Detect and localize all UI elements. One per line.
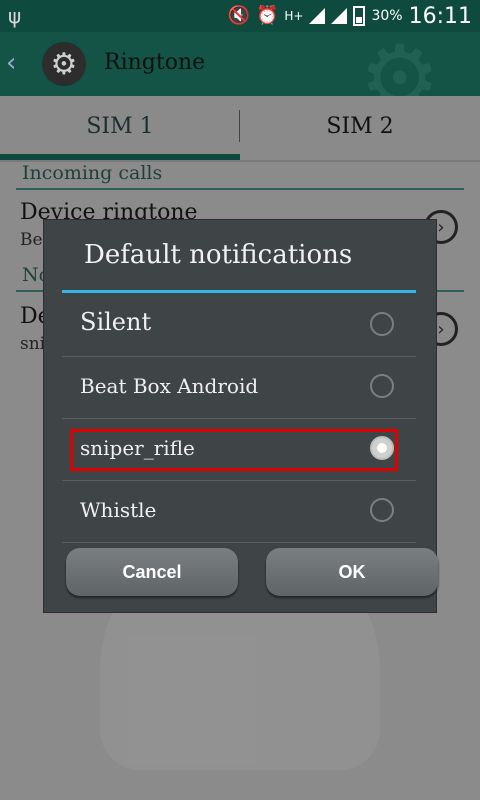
page-title: Ringtone	[104, 50, 206, 75]
option-label: Silent	[80, 308, 152, 336]
option-silent[interactable]: Silent	[62, 294, 416, 357]
section-header-incoming-calls: Incoming calls	[16, 162, 464, 190]
network-type: H+	[284, 9, 304, 23]
signal-icon	[331, 8, 348, 24]
usb-icon: ψ	[8, 4, 22, 28]
option-label: Whistle	[80, 498, 157, 522]
option-whistle[interactable]: Whistle	[62, 480, 416, 543]
app-icon[interactable]: ⚙	[42, 42, 86, 86]
cancel-button[interactable]: Cancel	[66, 548, 238, 596]
option-label: Beat Box Android	[80, 374, 259, 398]
alarm-icon: ⏰	[255, 5, 279, 26]
radio-button[interactable]	[370, 498, 394, 522]
dialog-title: Default notifications	[84, 240, 353, 270]
mute-icon: 🔇	[227, 5, 250, 26]
battery-icon	[353, 6, 366, 26]
action-bar: ⚙ ‹ ⚙ Ringtone	[0, 32, 480, 124]
battery-percent: 30%	[371, 8, 403, 24]
back-icon[interactable]: ‹	[6, 48, 16, 78]
dialog-buttons: Cancel OK	[62, 548, 438, 600]
radio-button[interactable]	[370, 374, 394, 398]
tab-sim-1[interactable]: SIM 1	[0, 96, 240, 156]
default-notifications-dialog: Default notifications Silent Beat Box An…	[44, 220, 438, 612]
dialog-title-divider	[62, 290, 416, 293]
ok-button[interactable]: OK	[266, 548, 438, 596]
default-notification-value: sni	[20, 334, 46, 354]
radio-button[interactable]	[370, 312, 394, 336]
option-beat-box-android[interactable]: Beat Box Android	[62, 356, 416, 419]
clock: 16:11	[408, 3, 472, 29]
tab-selected-indicator	[0, 154, 240, 160]
selection-highlight-box	[70, 429, 398, 471]
tab-sim-2[interactable]: SIM 2	[240, 96, 480, 156]
sim-tabs: SIM 1 SIM 2	[0, 96, 480, 162]
settings-gear-icon: ⚙	[50, 46, 78, 82]
signal-icon	[309, 8, 326, 24]
